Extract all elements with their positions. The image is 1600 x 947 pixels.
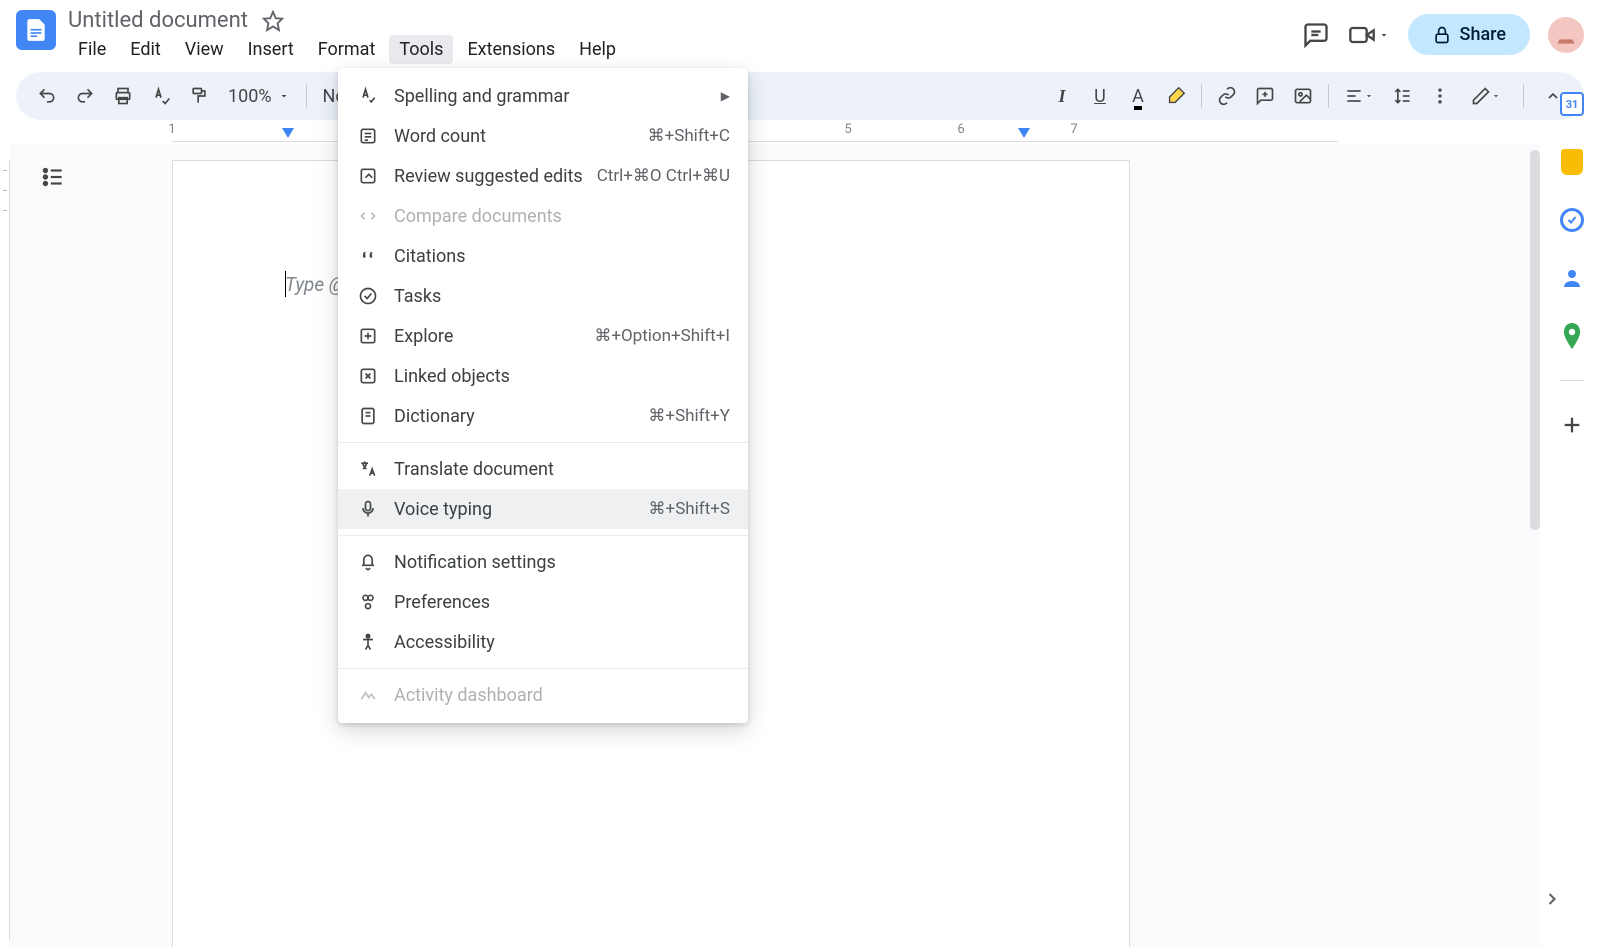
text-color-button[interactable]: A <box>1121 79 1155 113</box>
insert-link-button[interactable] <box>1210 79 1244 113</box>
compare-icon <box>356 206 380 226</box>
comment-history-icon[interactable] <box>1302 21 1330 49</box>
vertical-scrollbar[interactable] <box>1530 150 1540 530</box>
menu-format[interactable]: Format <box>308 35 386 64</box>
editing-mode-button[interactable] <box>1461 79 1511 113</box>
menu-bar: File Edit View Insert Format Tools Exten… <box>68 35 1302 64</box>
line-spacing-button[interactable] <box>1385 79 1419 113</box>
vertical-ruler[interactable] <box>0 160 10 940</box>
menu-view[interactable]: View <box>175 35 234 64</box>
menu-compare-documents: Compare documents <box>338 196 748 236</box>
page-placeholder: Type @ <box>285 273 345 296</box>
horizontal-ruler[interactable]: 1 5 6 7 <box>0 122 1600 142</box>
lock-icon <box>1432 25 1452 45</box>
menu-activity-dashboard: Activity dashboard <box>338 675 748 715</box>
menu-separator <box>338 668 748 669</box>
menu-spelling-grammar[interactable]: Spelling and grammar ▶ <box>338 76 748 116</box>
menu-explore[interactable]: Explore ⌘+Option+Shift+I <box>338 316 748 356</box>
document-canvas: Type @ <box>10 144 1540 947</box>
right-indent-marker[interactable] <box>1018 128 1030 138</box>
share-label: Share <box>1460 24 1506 45</box>
bell-icon <box>356 552 380 572</box>
tasks-panel-icon[interactable] <box>1558 206 1586 234</box>
print-button[interactable] <box>106 79 140 113</box>
share-button[interactable]: Share <box>1408 14 1530 55</box>
left-indent-marker[interactable] <box>282 128 294 138</box>
tools-dropdown: Spelling and grammar ▶ Word count ⌘+Shif… <box>338 68 748 723</box>
linked-objects-icon <box>356 366 380 386</box>
review-edits-icon <box>356 166 380 186</box>
highlight-color-button[interactable] <box>1159 79 1193 113</box>
redo-button[interactable] <box>68 79 102 113</box>
separator <box>1523 84 1524 108</box>
dictionary-icon <box>356 406 380 426</box>
menu-edit[interactable]: Edit <box>120 35 170 64</box>
menu-citations[interactable]: Citations <box>338 236 748 276</box>
spellcheck-icon <box>356 86 380 106</box>
contacts-icon[interactable] <box>1558 264 1586 292</box>
undo-button[interactable] <box>30 79 64 113</box>
menu-translate-document[interactable]: Translate document <box>338 449 748 489</box>
spellcheck-button[interactable] <box>144 79 178 113</box>
menu-separator <box>338 442 748 443</box>
preferences-icon <box>356 592 380 612</box>
toolbar: 100% No I U A <box>16 72 1584 120</box>
header: Untitled document File Edit View Insert … <box>0 0 1600 64</box>
side-panel: 31 <box>1544 78 1600 439</box>
menu-tasks[interactable]: Tasks <box>338 276 748 316</box>
menu-dictionary[interactable]: Dictionary ⌘+Shift+Y <box>338 396 748 436</box>
add-comment-button[interactable] <box>1248 79 1282 113</box>
explore-icon <box>356 326 380 346</box>
menu-separator <box>338 535 748 536</box>
menu-extensions[interactable]: Extensions <box>457 35 565 64</box>
menu-linked-objects[interactable]: Linked objects <box>338 356 748 396</box>
menu-preferences[interactable]: Preferences <box>338 582 748 622</box>
align-button[interactable] <box>1337 79 1381 113</box>
calendar-icon[interactable]: 31 <box>1558 90 1586 118</box>
insert-image-button[interactable] <box>1286 79 1320 113</box>
chevron-down-icon <box>1378 29 1390 41</box>
tasks-icon <box>356 286 380 306</box>
menu-tools[interactable]: Tools <box>389 35 453 64</box>
separator <box>1560 380 1584 381</box>
side-panel-toggle[interactable] <box>1528 875 1576 923</box>
menu-notification-settings[interactable]: Notification settings <box>338 542 748 582</box>
chevron-down-icon <box>278 90 290 102</box>
menu-file[interactable]: File <box>68 35 116 64</box>
docs-logo-icon[interactable] <box>16 10 56 50</box>
menu-help[interactable]: Help <box>569 35 626 64</box>
document-outline-button[interactable] <box>40 164 66 190</box>
add-addon-button[interactable] <box>1558 411 1586 439</box>
paint-format-button[interactable] <box>182 79 216 113</box>
submenu-arrow-icon: ▶ <box>721 89 730 103</box>
more-button[interactable] <box>1423 79 1457 113</box>
zoom-select[interactable]: 100% <box>220 86 298 107</box>
star-icon[interactable] <box>262 10 284 32</box>
citations-icon <box>356 246 380 266</box>
underline-button[interactable]: U <box>1083 79 1117 113</box>
microphone-icon <box>356 499 380 519</box>
separator <box>306 84 307 108</box>
translate-icon <box>356 459 380 479</box>
menu-review-suggested-edits[interactable]: Review suggested edits Ctrl+⌘O Ctrl+⌘U <box>338 156 748 196</box>
accessibility-icon <box>356 632 380 652</box>
menu-voice-typing[interactable]: Voice typing ⌘+Shift+S <box>338 489 748 529</box>
maps-icon[interactable] <box>1558 322 1586 350</box>
menu-insert[interactable]: Insert <box>238 35 304 64</box>
avatar[interactable] <box>1548 17 1584 53</box>
keep-icon[interactable] <box>1558 148 1586 176</box>
word-count-icon <box>356 126 380 146</box>
separator <box>1328 84 1329 108</box>
meet-button[interactable] <box>1348 21 1390 49</box>
menu-word-count[interactable]: Word count ⌘+Shift+C <box>338 116 748 156</box>
document-title[interactable]: Untitled document <box>68 8 248 33</box>
menu-accessibility[interactable]: Accessibility <box>338 622 748 662</box>
italic-button[interactable]: I <box>1045 79 1079 113</box>
activity-icon <box>356 685 380 705</box>
separator <box>1201 84 1202 108</box>
